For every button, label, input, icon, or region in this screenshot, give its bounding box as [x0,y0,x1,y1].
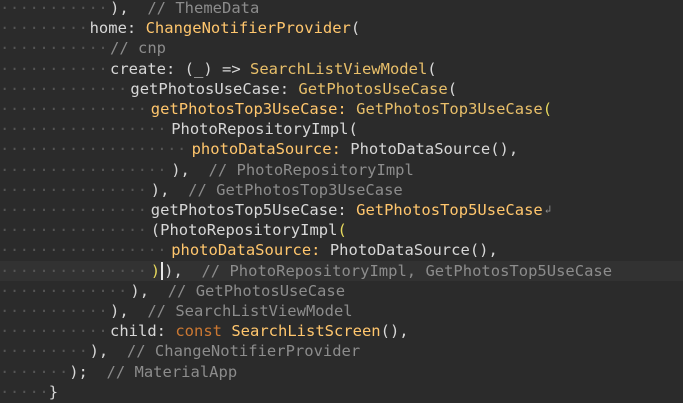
code-line[interactable]: ·················), // PhotoRepositoryIm… [0,160,414,180]
indent-whitespace: ········· [0,19,89,38]
indent-whitespace: ··············· [0,221,148,240]
code-line[interactable]: ··········· create: (_) => SearchListView… [0,59,437,79]
code-comment: // PhotoRepositoryImpl [189,160,414,179]
code-token: ( [337,221,347,240]
indent-whitespace: ··········· [0,322,109,341]
code-token: ( [348,120,358,139]
code-comment: // ChangeNotifierProvider [108,342,361,361]
code-comment: // SearchListViewModel [128,302,353,320]
code-comment: // GetPhotosUseCase [149,281,346,300]
code-line[interactable]: ················· photoDataSource: PhotoD… [0,240,498,260]
code-token: photoDataSource: [171,241,330,260]
code-line[interactable]: ···············(PhotoRepositoryImpl( [0,220,347,240]
indent-whitespace: ············· [0,79,128,98]
code-token: ); [69,362,88,381]
code-token: PhotoRepositoryImpl [171,120,349,139]
code-token: ) [150,261,161,280]
code-token: GetPhotosUseCase [298,79,448,98]
code-token: SearchListViewModel [249,59,428,78]
code-comment: // GetPhotosTop3UseCase [169,180,403,199]
soft-wrap-icon: ↲ [544,203,552,216]
code-token: ChangeNotifierProvider [145,19,351,38]
code-comment: // PhotoRepositoryImpl, GetPhotosTop5Use… [182,261,613,280]
code-token: GetPhotosTop5UseCase [356,201,543,219]
code-comment: // cnp [110,39,166,58]
code-token: PhotoDataSource [350,140,491,159]
code-line-current[interactable]: ···············)), // PhotoRepositoryImp… [0,260,683,281]
code-line[interactable]: ················· PhotoRepositoryImpl( [0,119,358,139]
text-cursor [161,261,164,280]
code-token: (), [380,322,409,341]
code-token: ), [150,180,170,199]
code-token: (), [490,140,519,159]
code-token: ( [350,19,361,38]
code-token: ), [110,0,129,17]
code-token: ( [542,100,553,118]
code-comment: // MaterialApp [87,362,238,381]
code-line[interactable]: ············· getPhotosUseCase: GetPhotos… [0,79,457,99]
indent-whitespace: ··········· [0,0,109,17]
code-token: ), [89,342,109,361]
code-token: getPhotosUseCase: [130,79,299,98]
code-editor[interactable]: ···········), // ThemeData ········· home:… [0,0,683,403]
indent-whitespace: ················· [0,160,168,179]
code-line[interactable]: ·········), // ChangeNotifierProvider [0,341,360,361]
indent-whitespace: ··············· [0,201,148,219]
code-line[interactable]: ··········· child: const SearchListScreen… [0,321,409,341]
code-token: PhotoDataSource [329,241,470,260]
code-token: GetPhotosTop3UseCase [356,100,543,118]
indent-whitespace: ················· [0,241,168,260]
code-token: ), [171,160,190,179]
code-token: child: [110,322,176,341]
code-token: ( [150,221,161,240]
code-token: PhotoRepositoryImpl [160,221,338,240]
code-line[interactable]: ··············· getPhotosTop5UseCase: Get… [0,200,551,220]
indent-whitespace: ··············· [0,261,148,280]
code-token: ( [447,79,458,98]
indent-whitespace: ················· [0,120,168,139]
code-token: } [48,382,59,401]
indent-whitespace: ············· [0,281,128,300]
code-token: photoDataSource: [191,140,351,159]
indent-whitespace: ··················· [0,140,187,159]
code-line[interactable]: ·······); // MaterialApp [0,362,237,382]
code-token: create: [110,59,185,78]
code-line[interactable]: ···········), // SearchListViewModel [0,301,353,321]
code-token: (), [469,241,498,260]
indent-whitespace: ··········· [0,302,109,320]
indent-whitespace: ··············· [0,180,148,199]
code-token: ), [110,302,129,320]
code-line[interactable]: ·············), // GetPhotosUseCase [0,281,345,301]
code-line[interactable]: ·····} [0,382,58,402]
code-line[interactable]: ········· home: ChangeNotifierProvider( [0,18,360,38]
code-token: const [175,322,232,341]
code-token: (_) => [184,59,250,78]
indent-whitespace: ··········· [0,39,109,58]
code-line[interactable]: ··············· getPhotosTop3UseCase: Get… [0,99,552,119]
code-token: getPhotosTop3UseCase: [150,100,357,118]
indent-whitespace: ··········· [0,59,109,78]
indent-whitespace: ······· [0,362,69,381]
code-line[interactable]: ···········// cnp [0,38,166,58]
code-token: ), [130,281,150,300]
code-line[interactable]: ···············), // GetPhotosTop3UseCas… [0,180,403,200]
indent-whitespace: ····· [0,382,49,401]
code-token: home: [89,19,146,38]
code-token: SearchListScreen [231,322,381,341]
code-comment: // ThemeData [128,0,260,17]
code-line[interactable]: ···········), // ThemeData [0,0,259,18]
code-token: ), [164,261,183,280]
indent-whitespace: ··············· [0,100,148,118]
code-token: getPhotosTop5UseCase: [150,201,357,219]
indent-whitespace: ········· [0,342,89,361]
code-line[interactable]: ··················· photoDataSource: Phot… [0,139,518,159]
code-token: ( [427,59,437,78]
